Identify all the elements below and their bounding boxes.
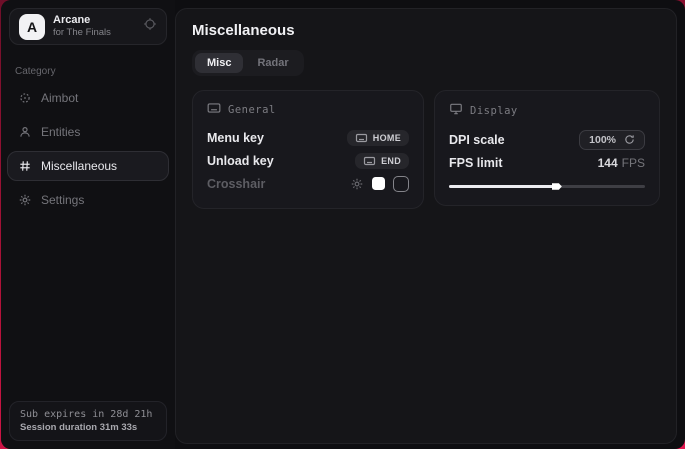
sub-expires-text: Sub expires in 28d 21h bbox=[20, 409, 156, 420]
tab-misc[interactable]: Misc bbox=[195, 53, 243, 73]
dpi-scale-control[interactable]: 100% bbox=[579, 130, 645, 150]
logo-card: A Arcane for The Finals bbox=[9, 8, 167, 45]
sidebar-item-label: Entities bbox=[41, 125, 80, 139]
app-window: A Arcane for The Finals Category bbox=[1, 0, 685, 449]
crosshair-label: Crosshair bbox=[207, 177, 265, 191]
category-label: Category bbox=[15, 66, 161, 77]
tab-radar[interactable]: Radar bbox=[245, 53, 300, 73]
display-card: Display DPI scale 100% FPS limit bbox=[434, 90, 660, 206]
page-title: Miscellaneous bbox=[192, 22, 660, 39]
sidebar-item-settings[interactable]: Settings bbox=[7, 185, 169, 215]
tab-bar: Misc Radar bbox=[192, 50, 304, 76]
general-card: General Menu key HOME Unload key bbox=[192, 90, 424, 209]
dpi-scale-row: DPI scale 100% bbox=[449, 128, 645, 151]
fps-slider-thumb[interactable] bbox=[552, 182, 562, 192]
hash-icon bbox=[18, 159, 32, 173]
gear-icon[interactable] bbox=[350, 177, 364, 191]
person-icon bbox=[18, 125, 32, 139]
fps-slider-fill bbox=[449, 185, 555, 188]
refresh-icon bbox=[624, 134, 635, 145]
sidebar-item-entities[interactable]: Entities bbox=[7, 117, 169, 147]
menu-key-label: Menu key bbox=[207, 131, 264, 145]
subscription-status-card: Sub expires in 28d 21h Session duration … bbox=[9, 401, 167, 441]
target-icon[interactable] bbox=[143, 17, 157, 36]
unload-key-value: END bbox=[381, 156, 401, 166]
sidebar: A Arcane for The Finals Category bbox=[1, 0, 175, 449]
gear-icon bbox=[18, 193, 32, 207]
sidebar-nav: Aimbot Entities Miscellaneous bbox=[1, 81, 175, 217]
crosshair-row: Crosshair bbox=[207, 172, 409, 195]
sidebar-item-label: Miscellaneous bbox=[41, 159, 117, 173]
keyboard-icon bbox=[355, 133, 368, 143]
app-title: Arcane bbox=[53, 14, 111, 28]
display-header-label: Display bbox=[470, 105, 518, 117]
fps-limit-value: 144 bbox=[598, 156, 618, 170]
app-logo: A bbox=[19, 14, 45, 40]
menu-key-row: Menu key HOME bbox=[207, 126, 409, 149]
sidebar-item-label: Aimbot bbox=[41, 91, 78, 105]
keyboard-icon bbox=[363, 156, 376, 166]
dpi-scale-label: DPI scale bbox=[449, 133, 505, 147]
fps-limit-label: FPS limit bbox=[449, 156, 502, 170]
crosshair-color-swatch[interactable] bbox=[372, 177, 385, 190]
session-duration-text: Session duration 31m 33s bbox=[20, 422, 156, 433]
app-subtitle: for The Finals bbox=[53, 27, 111, 39]
menu-key-bind-button[interactable]: HOME bbox=[347, 130, 409, 146]
general-header-label: General bbox=[228, 104, 276, 116]
crosshair-checkbox[interactable] bbox=[393, 176, 409, 192]
sidebar-item-label: Settings bbox=[41, 193, 84, 207]
menu-key-value: HOME bbox=[373, 133, 401, 143]
fps-limit-slider[interactable] bbox=[449, 181, 645, 192]
unload-key-row: Unload key END bbox=[207, 149, 409, 172]
main-panel: Miscellaneous Misc Radar General Menu ke… bbox=[175, 8, 677, 444]
dpi-scale-value: 100% bbox=[589, 134, 616, 146]
fps-limit-row: FPS limit 144 FPS bbox=[449, 151, 645, 174]
keyboard-icon bbox=[207, 102, 221, 117]
unload-key-bind-button[interactable]: END bbox=[355, 153, 409, 169]
unload-key-label: Unload key bbox=[207, 154, 274, 168]
fps-limit-unit: FPS bbox=[622, 156, 645, 170]
sidebar-item-miscellaneous[interactable]: Miscellaneous bbox=[7, 151, 169, 181]
crosshair-icon bbox=[18, 91, 32, 105]
sidebar-item-aimbot[interactable]: Aimbot bbox=[7, 83, 169, 113]
monitor-icon bbox=[449, 102, 463, 119]
